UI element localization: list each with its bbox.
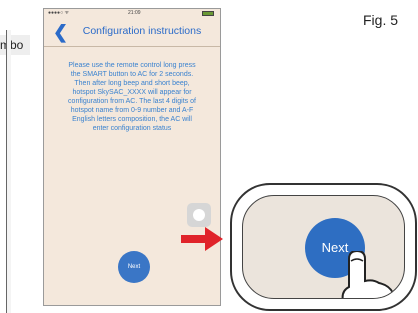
arrow-right-icon <box>181 227 223 251</box>
chevron-left-icon[interactable]: ❮ <box>53 22 68 42</box>
zoomed-button-panel: Next <box>230 183 417 311</box>
figure-label: Fig. 5 <box>363 12 399 28</box>
status-time: 21:09 <box>128 10 141 16</box>
assistive-touch-button[interactable] <box>187 203 211 227</box>
status-bar: ●●●●○ ᯤ 21:09 <box>44 9 220 18</box>
page-title: Configuration instructions <box>82 25 202 37</box>
background-phone-frame <box>6 30 11 313</box>
zoomed-screen: Next <box>242 195 405 299</box>
phone-screen: ●●●●○ ᯤ 21:09 ❮ Configuration instructio… <box>43 8 221 306</box>
battery-icon <box>202 11 214 16</box>
nav-bar: ❮ Configuration instructions <box>44 18 220 47</box>
background-phone-fragment: mbo <box>0 30 36 313</box>
next-button[interactable]: Next <box>118 251 150 283</box>
instructions-text: Please use the remote control long press… <box>68 62 196 132</box>
finger-tap-icon <box>341 251 395 298</box>
assistive-touch-icon <box>193 209 205 221</box>
signal-indicator: ●●●●○ ᯤ <box>48 10 70 16</box>
